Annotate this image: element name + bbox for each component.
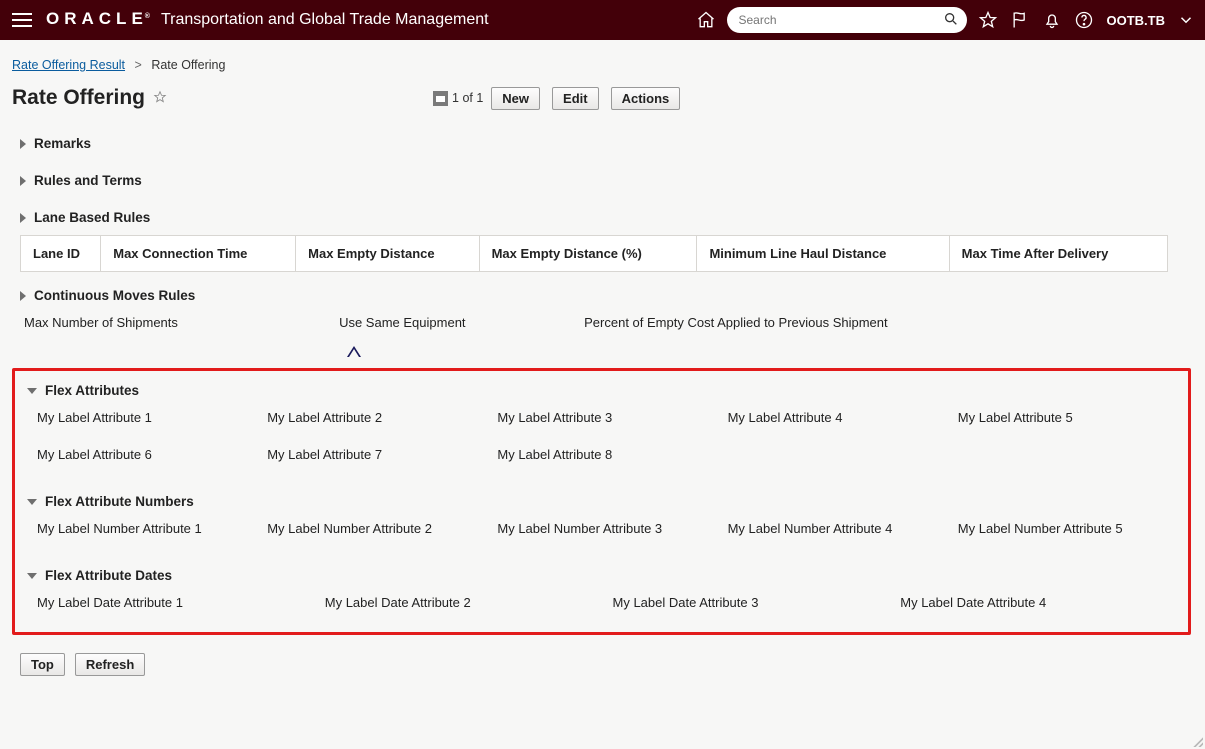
suite-title: Transportation and Global Trade Manageme… [161, 11, 489, 29]
flex-attr-cell: My Label Attribute 2 [267, 404, 493, 441]
title-row: Rate Offering 1 of 1 New Edit Actions [12, 86, 1191, 110]
caret-down-icon [27, 573, 37, 579]
search-input-wrap[interactable] [727, 7, 967, 33]
flex-attr-cell: My Label Attribute 7 [267, 441, 493, 478]
breadcrumb-current: Rate Offering [151, 58, 225, 72]
flex-num-cell: My Label Number Attribute 1 [37, 515, 263, 552]
flex-date-cell: My Label Date Attribute 4 [900, 589, 1184, 614]
flex-attributes-highlight: Flex Attributes My Label Attribute 1 My … [12, 368, 1191, 635]
caret-down-icon [27, 388, 37, 394]
flex-date-cell: My Label Date Attribute 1 [37, 589, 321, 614]
flag-icon[interactable] [1009, 9, 1031, 31]
col-max-connection: Max Connection Time [101, 236, 296, 272]
caret-right-icon [20, 291, 26, 301]
col-min-line-haul: Minimum Line Haul Distance [697, 236, 949, 272]
caret-down-icon [27, 499, 37, 505]
bell-icon[interactable] [1041, 9, 1063, 31]
flex-num-cell: My Label Number Attribute 2 [267, 515, 493, 552]
user-menu[interactable]: OOTB.TB [1107, 13, 1166, 28]
section-flex-dates[interactable]: Flex Attribute Dates [27, 562, 1184, 589]
field-empty-cost-pct: Percent of Empty Cost Applied to Previou… [584, 309, 1109, 358]
chevron-down-icon[interactable] [1175, 9, 1197, 31]
resize-handle-icon [1191, 735, 1203, 747]
section-continuous-moves[interactable]: Continuous Moves Rules [20, 282, 1191, 309]
col-max-time-after: Max Time After Delivery [949, 236, 1167, 272]
section-flex-numbers[interactable]: Flex Attribute Numbers [27, 488, 1184, 515]
caret-right-icon [20, 176, 26, 186]
col-max-empty-pct: Max Empty Distance (%) [479, 236, 697, 272]
flex-attr-cell: My Label Attribute 1 [37, 404, 263, 441]
flex-attr-cell: My Label Attribute 4 [728, 404, 954, 441]
flex-num-cell: My Label Number Attribute 5 [958, 515, 1184, 552]
triangle-icon [347, 346, 361, 358]
caret-right-icon [20, 213, 26, 223]
brand-logo: ORACLE® [46, 9, 153, 31]
flex-num-cell: My Label Number Attribute 3 [497, 515, 723, 552]
edit-button[interactable]: Edit [552, 87, 599, 110]
field-max-shipments: Max Number of Shipments [24, 309, 339, 358]
flex-date-cell: My Label Date Attribute 2 [325, 589, 609, 614]
top-button[interactable]: Top [20, 653, 65, 676]
lane-rules-table: Lane ID Max Connection Time Max Empty Di… [20, 235, 1168, 272]
menu-icon[interactable] [12, 10, 32, 30]
flex-date-cell: My Label Date Attribute 3 [613, 589, 897, 614]
field-same-equipment: Use Same Equipment [339, 309, 584, 346]
page-title: Rate Offering [12, 86, 145, 110]
new-button[interactable]: New [491, 87, 540, 110]
section-rules-and-terms[interactable]: Rules and Terms [20, 167, 1191, 194]
search-input[interactable] [739, 13, 943, 27]
favorite-icon[interactable] [153, 90, 167, 107]
flex-attr-cell: My Label Attribute 8 [497, 441, 723, 478]
list-icon [433, 91, 448, 106]
help-icon[interactable] [1073, 9, 1095, 31]
section-lane-based-rules[interactable]: Lane Based Rules [20, 204, 1191, 231]
home-icon[interactable] [695, 9, 717, 31]
section-remarks[interactable]: Remarks [20, 130, 1191, 157]
flex-attr-cell: My Label Attribute 3 [497, 404, 723, 441]
refresh-button[interactable]: Refresh [75, 653, 145, 676]
search-icon[interactable] [943, 11, 959, 30]
actions-button[interactable]: Actions [611, 87, 681, 110]
star-icon[interactable] [977, 9, 999, 31]
section-flex-attributes[interactable]: Flex Attributes [27, 377, 1184, 404]
app-header: ORACLE® Transportation and Global Trade … [0, 0, 1205, 40]
caret-right-icon [20, 139, 26, 149]
breadcrumb-link[interactable]: Rate Offering Result [12, 58, 125, 72]
record-counter: 1 of 1 [433, 91, 483, 106]
page-body: Rate Offering Result > Rate Offering Rat… [0, 40, 1205, 749]
breadcrumb: Rate Offering Result > Rate Offering [12, 58, 1191, 72]
flex-attr-cell: My Label Attribute 5 [958, 404, 1184, 441]
flex-attr-cell: My Label Attribute 6 [37, 441, 263, 478]
col-lane-id: Lane ID [21, 236, 101, 272]
flex-num-cell: My Label Number Attribute 4 [728, 515, 954, 552]
col-max-empty-distance: Max Empty Distance [296, 236, 479, 272]
